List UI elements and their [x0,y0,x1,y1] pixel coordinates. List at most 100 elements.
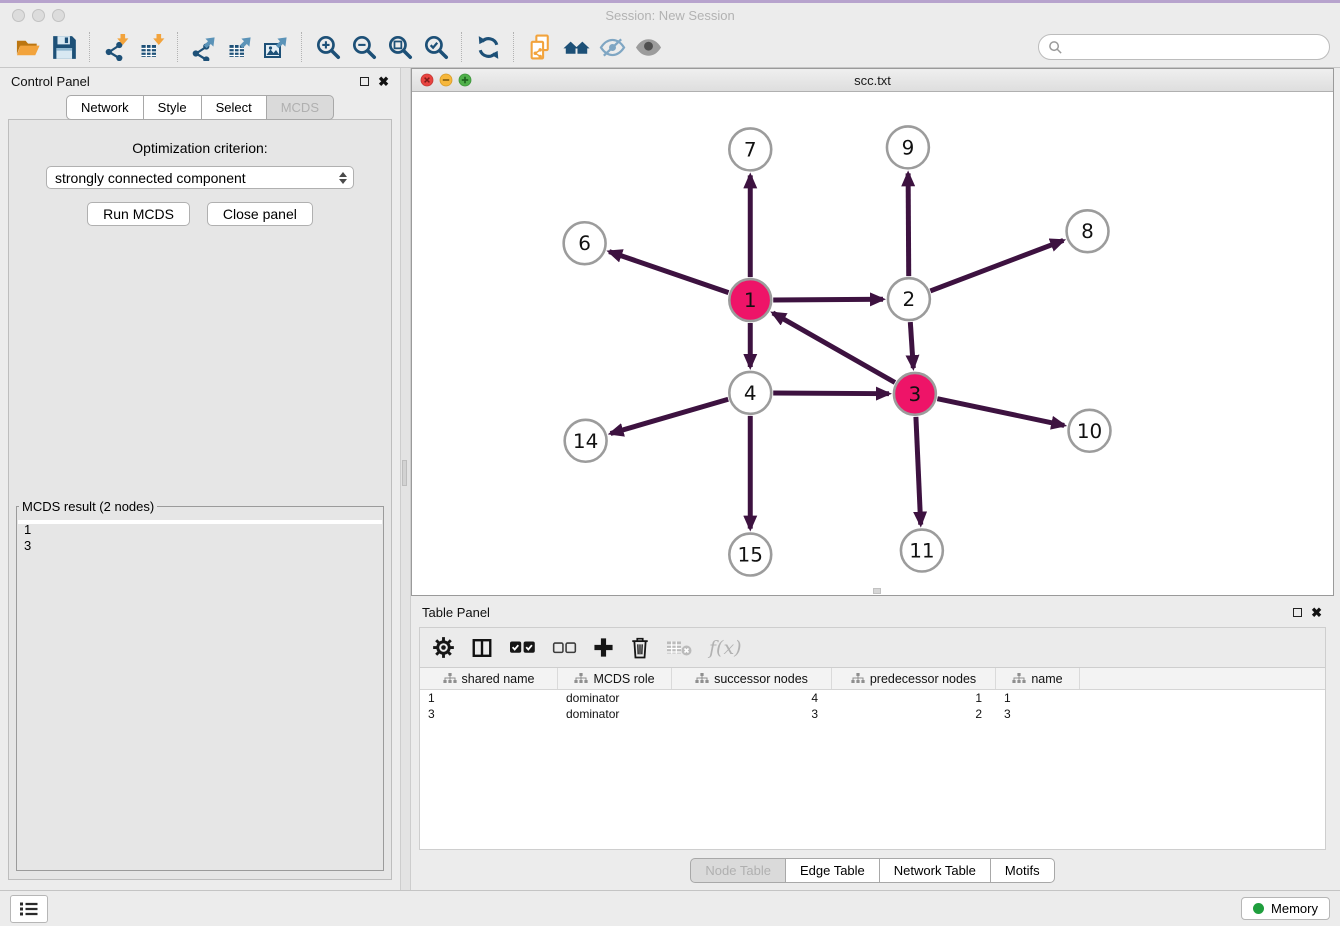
select-all-icon[interactable] [509,632,536,664]
close-panel-icon[interactable]: ✖ [378,75,389,88]
memory-button[interactable]: Memory [1241,897,1330,920]
hide-eye-icon[interactable] [594,31,630,63]
column-header-mcds-role[interactable]: MCDS role [558,668,672,689]
tab-select[interactable]: Select [202,95,267,120]
graph-edge-1-2[interactable] [773,299,883,300]
graph-node-7[interactable]: 7 [729,128,771,170]
panel-splitter[interactable] [400,68,411,890]
graph-edge-2-8[interactable] [930,240,1063,290]
refresh-layout-icon[interactable] [470,31,506,63]
graph-edge-1-6[interactable] [609,252,728,293]
graph-edge-2-9[interactable] [908,173,909,276]
network-graph[interactable]: 7 9 6 8 1 2 4 3 14 10 15 11 [412,92,1333,595]
graph-node-10[interactable]: 10 [1069,410,1111,452]
graph-edge-4-14[interactable] [611,399,729,433]
svg-text:3: 3 [909,382,922,406]
column-header-shared-name[interactable]: shared name [420,668,558,689]
cell-successor-nodes[interactable]: 3 [672,707,832,721]
copy-style-icon[interactable] [522,31,558,63]
criterion-dropdown[interactable]: strongly connected component [46,166,354,189]
graph-edge-4-3[interactable] [773,393,889,394]
close-table-panel-icon[interactable]: ✖ [1311,606,1322,619]
graph-edge-3-1[interactable] [773,313,895,383]
frame-minimize-icon [440,74,452,86]
close-panel-button[interactable]: Close panel [207,202,313,226]
table-header-row: shared nameMCDS rolesuccessor nodesprede… [420,668,1325,690]
canvas-splitter-handle[interactable] [873,588,881,594]
tab-motifs[interactable]: Motifs [991,858,1055,883]
graph-node-4[interactable]: 4 [729,372,771,414]
task-history-button[interactable] [10,895,48,923]
zoom-selected-icon[interactable] [418,31,454,63]
deselect-all-icon[interactable] [552,632,577,664]
graph-edge-2-3[interactable] [910,322,913,368]
gear-icon[interactable] [432,632,455,664]
import-network-icon[interactable] [98,31,134,63]
graph-node-8[interactable]: 8 [1067,210,1109,252]
cell-shared-name[interactable]: 1 [420,691,558,705]
graph-edge-3-10[interactable] [937,399,1064,426]
network-canvas[interactable]: 7 9 6 8 1 2 4 3 14 10 15 11 [412,92,1333,595]
graph-node-1[interactable]: 1 [729,279,771,321]
export-image-icon[interactable] [258,31,294,63]
column-header-name[interactable]: name [996,668,1080,689]
graph-node-9[interactable]: 9 [887,126,929,168]
column-header-successor-nodes[interactable]: successor nodes [672,668,832,689]
export-table-icon[interactable] [222,31,258,63]
frame-traffic-lights[interactable] [420,73,472,87]
run-mcds-button[interactable]: Run MCDS [87,202,190,226]
cell-mcds-role[interactable]: dominator [558,691,672,705]
graph-node-11[interactable]: 11 [901,530,943,572]
column-header-predecessor-nodes[interactable]: predecessor nodes [832,668,996,689]
search-box[interactable] [1038,34,1330,60]
tab-network[interactable]: Network [66,95,144,120]
save-session-icon[interactable] [46,31,82,63]
zoom-in-icon[interactable] [310,31,346,63]
graph-node-6[interactable]: 6 [564,222,606,264]
main-toolbar [0,27,1340,68]
search-input[interactable] [1068,39,1320,56]
zoom-out-icon[interactable] [346,31,382,63]
window-traffic-lights[interactable] [12,9,65,22]
control-panel-title: Control Panel [11,74,90,89]
import-table-icon[interactable] [134,31,170,63]
table-row[interactable]: 3dominator323 [420,706,1325,722]
float-panel-icon[interactable] [360,77,369,86]
graph-node-14[interactable]: 14 [565,420,607,462]
graph-node-3[interactable]: 3 [894,373,936,415]
cell-mcds-role[interactable]: dominator [558,707,672,721]
node-table[interactable]: shared nameMCDS rolesuccessor nodesprede… [419,668,1326,850]
graph-edge-3-11[interactable] [916,417,921,525]
cell-shared-name[interactable]: 3 [420,707,558,721]
graph-node-2[interactable]: 2 [888,278,930,320]
tab-edge-table[interactable]: Edge Table [786,858,880,883]
cell-predecessor-nodes[interactable]: 2 [832,707,996,721]
cell-successor-nodes[interactable]: 4 [672,691,832,705]
toolbar-icon-groups [10,31,666,63]
svg-text:11: 11 [909,539,934,563]
tab-node-table[interactable]: Node Table [690,858,786,883]
float-table-panel-icon[interactable] [1293,608,1302,617]
minimize-window-icon[interactable] [32,9,45,22]
splitter-handle[interactable] [402,460,407,486]
tab-style[interactable]: Style [144,95,202,120]
tab-mcds[interactable]: MCDS [267,95,334,120]
add-icon[interactable] [593,632,614,664]
export-network-icon[interactable] [186,31,222,63]
column-layout-icon[interactable] [471,632,493,664]
close-window-icon[interactable] [12,9,25,22]
open-session-icon[interactable] [10,31,46,63]
table-row[interactable]: 1dominator411 [420,690,1325,706]
tab-network-table[interactable]: Network Table [880,858,991,883]
svg-text:2: 2 [903,287,916,311]
zoom-fit-icon[interactable] [382,31,418,63]
cell-name[interactable]: 1 [996,691,1080,705]
show-eye-icon[interactable] [630,31,666,63]
trash-icon[interactable] [630,632,650,664]
cell-predecessor-nodes[interactable]: 1 [832,691,996,705]
graph-node-15[interactable]: 15 [729,534,771,576]
cell-name[interactable]: 3 [996,707,1080,721]
table-panel: Table Panel ✖ f(x) shared nameMCDS roles… [411,599,1334,890]
home-icon[interactable] [558,31,594,63]
zoom-window-icon[interactable] [52,9,65,22]
